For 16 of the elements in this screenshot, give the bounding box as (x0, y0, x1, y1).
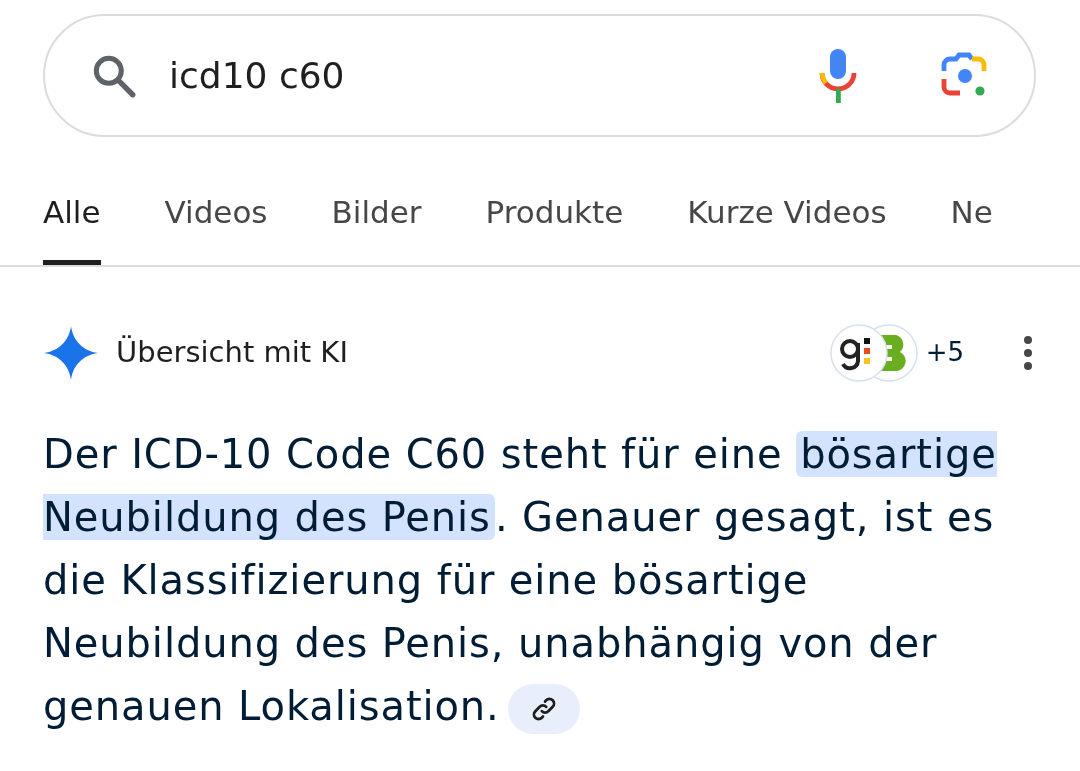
sparkle-icon (44, 325, 98, 380)
search-field[interactable]: icd10 c60 (43, 14, 1036, 137)
tab[interactable]: Produkte (485, 189, 624, 265)
link-icon (530, 695, 557, 722)
source-logos-icon[interactable] (827, 322, 920, 383)
tab[interactable]: Kurze Videos (687, 189, 887, 265)
tab[interactable]: Ne (950, 189, 993, 265)
tab[interactable]: Bilder (331, 189, 422, 265)
tab[interactable]: Alle (43, 189, 101, 265)
source-count[interactable]: +5 (925, 333, 964, 372)
more-options-icon[interactable] (1022, 334, 1034, 371)
link-chip[interactable] (507, 683, 580, 734)
overview-paragraph: Der ICD-10 Code C60 steht für eine bösartige Neubildung des Penis. Genauer gesagt, ist es die Klassifizierung für eine bösartige Neubildung des Penis, unabhängig von der genauen Lokalisation. (43, 422, 1040, 738)
overview-title: Übersicht mit KI (116, 333, 349, 371)
tab[interactable]: Videos (164, 189, 268, 265)
search-input[interactable]: icd10 c60 (169, 48, 816, 103)
